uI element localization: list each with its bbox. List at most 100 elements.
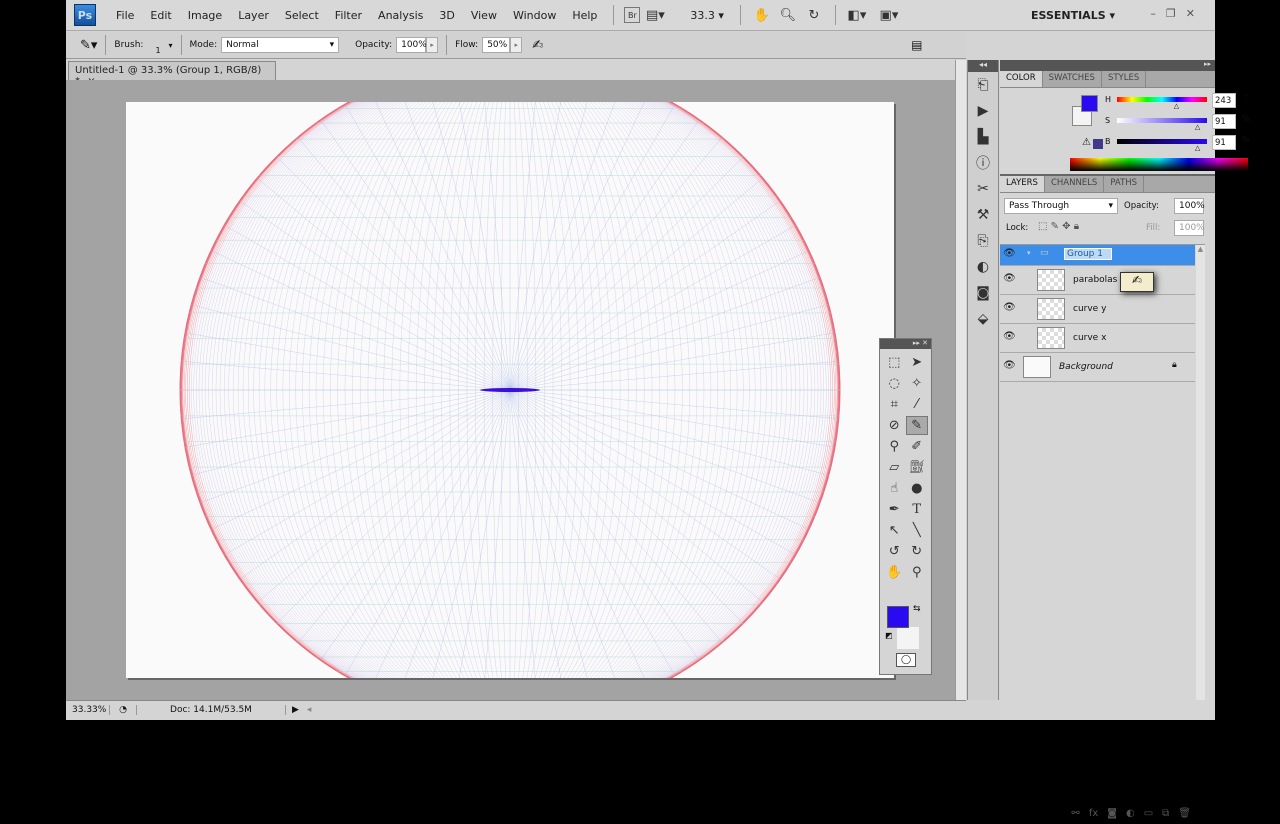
3d-icon[interactable]: ⬙	[968, 306, 998, 332]
menu-image[interactable]: Image	[180, 9, 230, 22]
menu-window[interactable]: Window	[505, 9, 564, 22]
link-layers-icon[interactable]: ⚯	[1071, 808, 1079, 824]
paint-bucket-icon[interactable]: ⛽︎	[906, 458, 929, 477]
eyedropper-icon[interactable]: ⁄	[906, 395, 929, 414]
saturation-slider-thumb[interactable]: △	[1195, 123, 1200, 131]
flow-input[interactable]: 50%	[482, 37, 511, 53]
panel-toggle-icon[interactable]: ▤	[911, 38, 922, 52]
status-info-icon[interactable]: ◔	[116, 705, 130, 715]
tools-panel-header[interactable]: ▸▸ ✕	[880, 339, 931, 349]
3d-orbit-icon[interactable]: ↻	[906, 542, 929, 561]
menu-help[interactable]: Help	[564, 9, 605, 22]
3d-rotate-icon[interactable]: ↺	[883, 542, 906, 561]
layer-name-input[interactable]: Group 1	[1064, 248, 1112, 260]
layer-row-curve-x[interactable]: 👁︎ curve x	[1000, 324, 1195, 353]
layer-row-group-1[interactable]: 👁︎ ▾ ▭ Group 1	[1000, 245, 1195, 266]
lasso-tool-icon[interactable]: ◌	[883, 374, 906, 393]
layers-scrollbar[interactable]: ▲	[1196, 245, 1205, 700]
zoom-tool-icon[interactable]: 🔍︎	[777, 5, 799, 25]
marquee-tool-icon[interactable]: ⬚	[883, 353, 906, 372]
canvas[interactable]	[126, 102, 894, 678]
tool-presets-icon[interactable]: ✂	[968, 176, 998, 202]
delete-layer-icon[interactable]: 🗑︎	[1178, 808, 1191, 824]
quick-mask-icon[interactable]: ◯	[896, 653, 916, 667]
hand-tool-icon[interactable]: ✋	[751, 5, 773, 25]
tab-swatches[interactable]: SWATCHES	[1043, 71, 1102, 87]
path-selection-icon[interactable]: ↖	[883, 521, 906, 540]
zoom-level-dropdown[interactable]: 33.3 ▾	[682, 9, 732, 22]
fill-input[interactable]: 100%	[1174, 220, 1205, 236]
brush-picker-arrow[interactable]: ▾	[169, 41, 173, 50]
foreground-color-swatch[interactable]	[1081, 95, 1098, 112]
healing-brush-icon[interactable]: ⊘	[883, 416, 906, 435]
out-of-gamut-warning-icon[interactable]: ⚠	[1082, 137, 1091, 148]
clone-stamp-icon[interactable]: ⚲	[883, 437, 906, 456]
rotate-view-icon[interactable]: ↻	[803, 5, 825, 25]
new-group-icon[interactable]: ▭	[1144, 808, 1153, 824]
swap-colors-icon[interactable]: ⇆	[913, 604, 921, 614]
saturation-slider[interactable]	[1117, 118, 1207, 123]
tab-color[interactable]: COLOR	[1000, 71, 1043, 87]
tab-paths[interactable]: PATHS	[1104, 176, 1145, 192]
visibility-eye-icon[interactable]: 👁︎	[1003, 360, 1017, 374]
brushes-icon[interactable]: ⚒	[968, 202, 998, 228]
adjustments-icon[interactable]: ◐	[968, 254, 998, 280]
menu-filter[interactable]: Filter	[327, 9, 370, 22]
brush-tool-preset-icon[interactable]: ✎▾	[80, 38, 97, 53]
background-color-chip[interactable]	[897, 627, 919, 649]
menu-3d[interactable]: 3D	[431, 9, 462, 22]
history-icon[interactable]: ⎗	[968, 72, 998, 98]
status-zoom[interactable]: 33.33%	[66, 704, 110, 715]
close-icon[interactable]: ✕	[1186, 7, 1195, 20]
layer-opacity-input[interactable]: 100%	[1174, 198, 1205, 214]
pen-tool-icon[interactable]: ✒	[883, 500, 906, 519]
visibility-eye-icon[interactable]: 👁︎	[1003, 331, 1017, 345]
b-value-field[interactable]: 91	[1212, 135, 1236, 150]
layer-row-background[interactable]: 👁︎ Background 🔒︎	[1000, 353, 1195, 382]
layer-row-parabolas-z[interactable]: 👁︎ parabolas z	[1000, 266, 1195, 295]
move-tool-icon[interactable]: ➤	[906, 353, 929, 372]
menu-analysis[interactable]: Analysis	[370, 9, 431, 22]
collapse-dock-icon[interactable]: ◂◂	[968, 60, 998, 72]
menu-select[interactable]: Select	[277, 9, 327, 22]
type-tool-icon[interactable]: T	[906, 500, 929, 519]
lock-icons[interactable]: ⬚ ✎ ✥ 🔒︎	[1038, 221, 1079, 232]
add-mask-icon[interactable]: ◙	[1107, 808, 1117, 824]
eraser-icon[interactable]: ▱	[883, 458, 906, 477]
actions-icon[interactable]: ▶	[968, 98, 998, 124]
visibility-eye-icon[interactable]: 👁︎	[1003, 302, 1017, 316]
tab-styles[interactable]: STYLES	[1102, 71, 1147, 87]
info-icon[interactable]: ⓘ	[968, 150, 998, 176]
screen-mode-icon[interactable]: ▣▾	[878, 5, 900, 25]
view-extras-icon[interactable]: ▤▾	[644, 5, 666, 25]
tab-channels[interactable]: CHANNELS	[1045, 176, 1105, 192]
hue-slider[interactable]	[1117, 97, 1207, 102]
status-menu-arrow[interactable]: ▶	[292, 705, 299, 715]
histogram-icon[interactable]: ▙	[968, 124, 998, 150]
history-brush-icon[interactable]: ✐	[906, 437, 929, 456]
brush-size[interactable]: 1	[155, 46, 160, 55]
masks-icon[interactable]: ◙	[968, 280, 998, 306]
visibility-eye-icon[interactable]: 👁︎	[1003, 248, 1017, 262]
brush-tool-icon[interactable]: ✎	[905, 416, 928, 435]
s-value-field[interactable]: 91	[1212, 114, 1236, 129]
foreground-color-chip[interactable]	[887, 606, 909, 628]
hue-slider-thumb[interactable]: △	[1174, 102, 1179, 110]
menu-edit[interactable]: Edit	[142, 9, 179, 22]
blur-tool-icon[interactable]: ☝	[883, 479, 906, 498]
brightness-slider-thumb[interactable]: △	[1195, 144, 1200, 152]
zoom-tool-icon[interactable]: ⚲	[906, 563, 929, 582]
expand-triangle-icon[interactable]: ▾	[1027, 249, 1031, 257]
magic-wand-icon[interactable]: ✧	[906, 374, 929, 393]
expand-panels-icon[interactable]: ▸▸	[1000, 60, 1215, 71]
scroll-left-arrow[interactable]: ◂	[307, 705, 312, 715]
clone-source-icon[interactable]: ⎘	[968, 228, 998, 254]
minimize-icon[interactable]: –	[1150, 7, 1156, 20]
blend-mode-select[interactable]: Pass Through ▾	[1004, 198, 1118, 214]
menu-layer[interactable]: Layer	[230, 9, 277, 22]
adjustment-layer-icon[interactable]: ◐	[1126, 808, 1135, 824]
airbrush-icon[interactable]: ✍	[532, 38, 543, 53]
opacity-input[interactable]: 100%	[396, 37, 427, 53]
h-value-field[interactable]: 243	[1212, 93, 1236, 108]
visibility-eye-icon[interactable]: 👁︎	[1003, 273, 1017, 287]
